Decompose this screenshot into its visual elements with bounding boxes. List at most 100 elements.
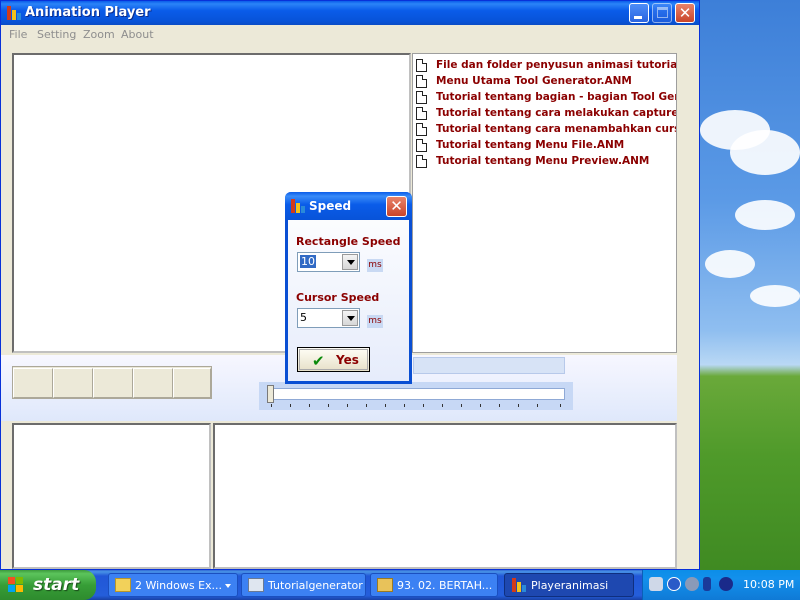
close-icon: ✕ bbox=[678, 4, 692, 22]
slider-tick bbox=[271, 404, 272, 407]
slider-track[interactable] bbox=[267, 388, 565, 400]
list-item[interactable]: Menu Utama Tool Generator.ANM bbox=[416, 74, 676, 90]
rectangle-speed-label: Rectangle Speed bbox=[296, 235, 401, 248]
dropdown-button[interactable] bbox=[342, 310, 358, 326]
file-name: Menu Utama Tool Generator.ANM bbox=[436, 75, 632, 87]
slider-tick bbox=[518, 404, 519, 407]
file-name: Tutorial tentang bagian - bagian Tool Ge… bbox=[436, 91, 676, 103]
speed-dialog: Speed ✕ Rectangle Speed 10 ms Cursor Spe… bbox=[285, 192, 412, 384]
dialog-titlebar[interactable]: Speed ✕ bbox=[285, 192, 412, 220]
playback-button[interactable] bbox=[173, 368, 211, 398]
dialog-close-button[interactable]: ✕ bbox=[386, 196, 407, 217]
slider-tick bbox=[480, 404, 481, 407]
window-titlebar[interactable]: Animation Player ✕ bbox=[1, 1, 699, 25]
list-item[interactable]: Tutorial tentang cara melakukan capture … bbox=[416, 106, 676, 122]
task-label: Tutorialgenerator bbox=[268, 579, 363, 592]
slider-tick bbox=[461, 404, 462, 407]
menu-file[interactable]: File bbox=[9, 28, 27, 41]
progress-bar bbox=[413, 357, 565, 374]
document-icon bbox=[416, 155, 427, 168]
slider-tick bbox=[366, 404, 367, 407]
app-bars-icon bbox=[291, 199, 305, 213]
list-item[interactable]: File dan folder penyusun animasi tutoria… bbox=[416, 58, 676, 74]
slider-tick bbox=[537, 404, 538, 407]
taskbar-item-tutorialgenerator[interactable]: Tutorialgenerator bbox=[241, 573, 366, 597]
yes-label: Yes bbox=[336, 353, 359, 367]
bottom-right-panel[interactable] bbox=[213, 423, 677, 569]
start-label: start bbox=[33, 575, 80, 595]
file-name: Tutorial tentang cara menambahkan cursor… bbox=[436, 123, 676, 135]
document-icon bbox=[416, 139, 427, 152]
file-name: Tutorial tentang Menu File.ANM bbox=[436, 139, 625, 151]
animation-file-list[interactable]: File dan folder penyusun animasi tutoria… bbox=[412, 53, 677, 353]
taskbar-item-windows-explorer[interactable]: 2 Windows Ex... bbox=[108, 573, 238, 597]
cursor-speed-select[interactable]: 5 bbox=[297, 308, 360, 328]
task-label: 93. 02. BERTAH... bbox=[397, 579, 493, 592]
chevron-down-icon bbox=[225, 584, 231, 588]
window-right-edge bbox=[677, 45, 699, 569]
document-icon bbox=[377, 578, 393, 592]
menu-zoom[interactable]: Zoom bbox=[83, 28, 115, 41]
maximize-button[interactable] bbox=[652, 3, 672, 23]
frame-slider[interactable] bbox=[259, 382, 573, 410]
taskbar-item-playeranimasi[interactable]: Playeranimasi bbox=[504, 573, 634, 597]
slider-tick bbox=[423, 404, 424, 407]
taskbar-clock[interactable]: 10:08 PM bbox=[743, 578, 794, 591]
slider-tick bbox=[442, 404, 443, 407]
list-item[interactable]: Tutorial tentang bagian - bagian Tool Ge… bbox=[416, 90, 676, 106]
task-label: Playeranimasi bbox=[531, 579, 609, 592]
playback-button[interactable] bbox=[93, 368, 133, 398]
playback-button[interactable] bbox=[133, 368, 173, 398]
rectangle-speed-value: 10 bbox=[300, 255, 316, 268]
bottom-left-panel[interactable] bbox=[12, 423, 211, 569]
cursor-speed-unit: ms bbox=[367, 315, 383, 328]
slider-tick bbox=[404, 404, 405, 407]
list-item[interactable]: Tutorial tentang Menu Preview.ANM bbox=[416, 154, 676, 170]
chevron-down-icon bbox=[347, 316, 355, 321]
playback-button[interactable] bbox=[53, 368, 93, 398]
list-item[interactable]: Tutorial tentang cara menambahkan cursor… bbox=[416, 122, 676, 138]
slider-thumb[interactable] bbox=[267, 385, 274, 403]
minimize-button[interactable] bbox=[629, 3, 649, 23]
cloud bbox=[705, 250, 755, 278]
taskbar: start 2 Windows Ex... Tutorialgenerator … bbox=[0, 570, 800, 600]
minimize-icon bbox=[634, 16, 642, 19]
menu-setting[interactable]: Setting bbox=[37, 28, 76, 41]
document-icon bbox=[416, 123, 427, 136]
cloud bbox=[750, 285, 800, 307]
cloud bbox=[735, 200, 795, 230]
menu-about[interactable]: About bbox=[121, 28, 154, 41]
file-name: Tutorial tentang Menu Preview.ANM bbox=[436, 155, 650, 167]
document-icon bbox=[416, 107, 427, 120]
slider-tick bbox=[347, 404, 348, 407]
list-item[interactable]: Tutorial tentang Menu File.ANM bbox=[416, 138, 676, 154]
document-icon bbox=[416, 75, 427, 88]
dialog-title: Speed bbox=[309, 199, 352, 213]
cloud bbox=[730, 130, 800, 175]
checkmark-icon: ✔ bbox=[312, 352, 325, 370]
tool-icon[interactable] bbox=[649, 577, 663, 591]
dropdown-button[interactable] bbox=[342, 254, 358, 270]
windows-logo-icon bbox=[8, 577, 24, 593]
playback-button[interactable] bbox=[13, 368, 53, 398]
rectangle-speed-select[interactable]: 10 bbox=[297, 252, 360, 272]
cursor-speed-value: 5 bbox=[300, 311, 307, 324]
playback-button-strip bbox=[12, 366, 212, 399]
system-tray: 10:08 PM bbox=[642, 570, 800, 600]
battery-icon[interactable] bbox=[703, 577, 711, 591]
chevron-down-icon bbox=[347, 260, 355, 265]
app-bars-icon bbox=[7, 6, 21, 20]
app-bars-icon bbox=[511, 578, 527, 592]
back-arrow-icon[interactable] bbox=[667, 577, 681, 591]
task-label: 2 Windows Ex... bbox=[135, 579, 223, 592]
yes-button[interactable]: ✔ Yes bbox=[297, 347, 370, 372]
yes-button-focus: ✔ Yes bbox=[299, 349, 368, 370]
document-icon bbox=[416, 91, 427, 104]
network-icon[interactable] bbox=[685, 577, 699, 591]
bluetooth-icon[interactable] bbox=[719, 577, 733, 591]
window-title: Animation Player bbox=[25, 5, 151, 20]
taskbar-item-document[interactable]: 93. 02. BERTAH... bbox=[370, 573, 498, 597]
slider-tick bbox=[309, 404, 310, 407]
close-button[interactable]: ✕ bbox=[675, 3, 695, 23]
start-button[interactable]: start bbox=[0, 570, 96, 600]
